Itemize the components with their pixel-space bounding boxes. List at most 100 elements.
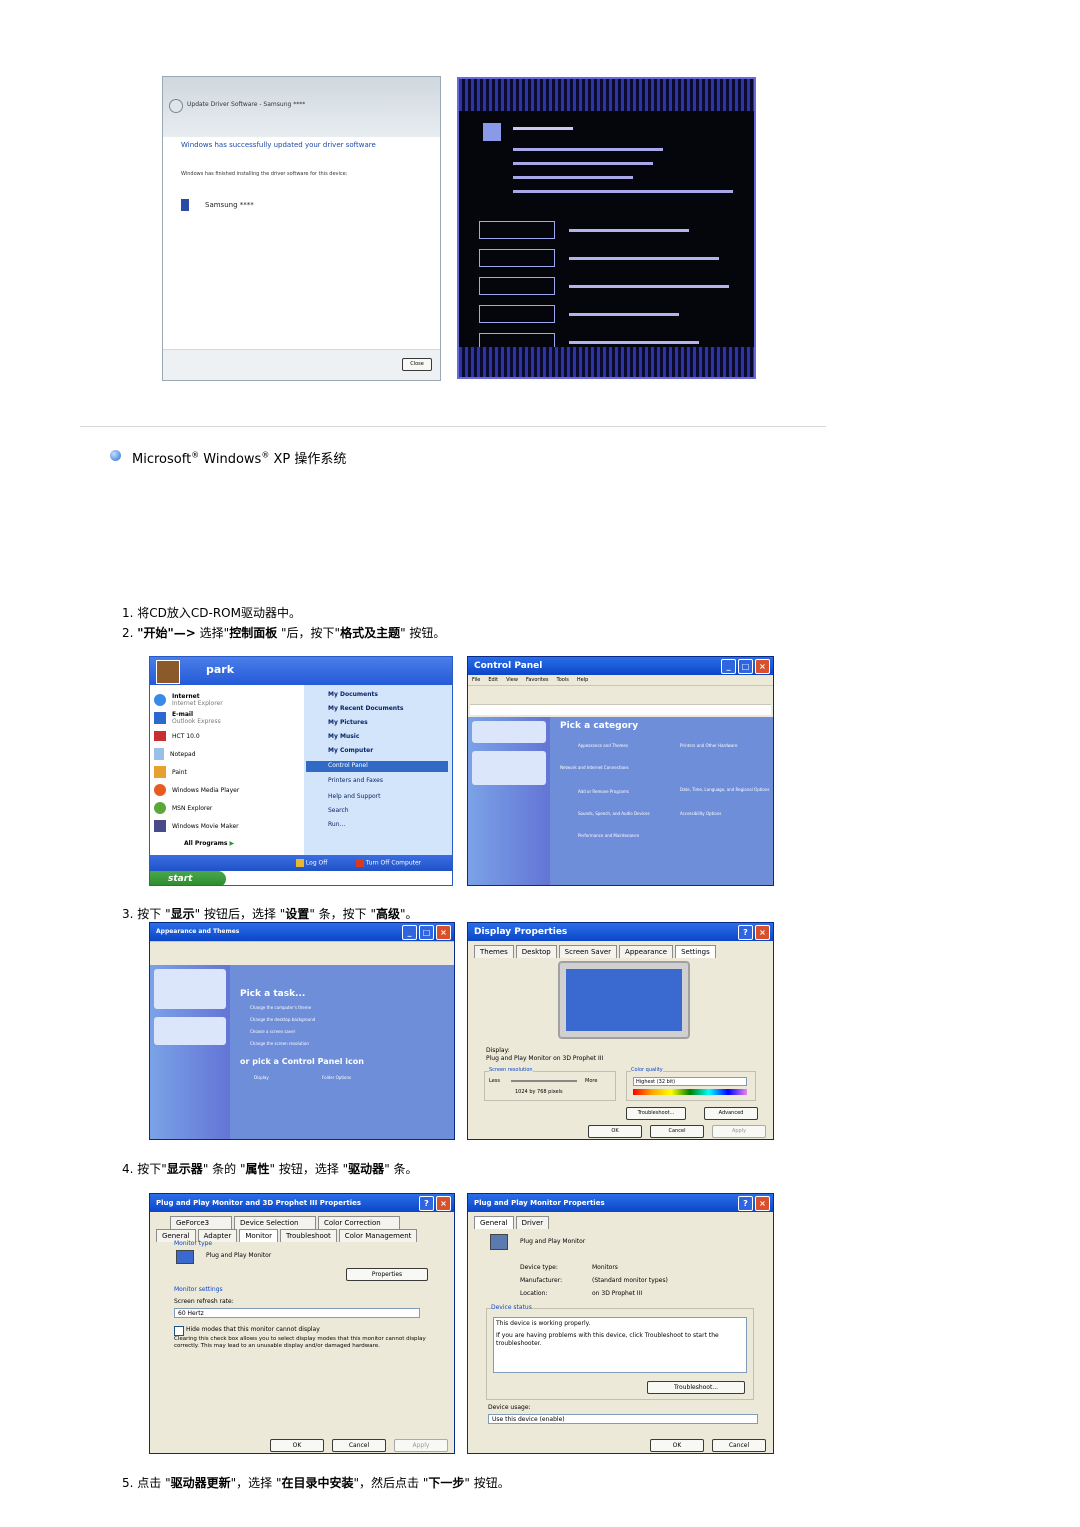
category-add-remove[interactable]: Add or Remove Programs	[578, 789, 629, 794]
close-button[interactable]: Close	[402, 358, 432, 371]
refresh-rate-select[interactable]: 60 Hertz	[174, 1308, 420, 1318]
monitor-icon	[181, 199, 189, 211]
start-item-hct[interactable]: HCT 10.0	[154, 727, 302, 745]
hide-modes-checkbox[interactable]	[174, 1326, 184, 1336]
cancel-button[interactable]: Cancel	[650, 1125, 704, 1138]
help-icon[interactable]: ?	[419, 1196, 434, 1211]
tab-settings[interactable]: Settings	[675, 945, 716, 958]
icon-display[interactable]: Display	[254, 1075, 269, 1080]
category-printers[interactable]: Printers and Other Hardware	[680, 743, 737, 748]
start-item-control-panel[interactable]: Control Panel	[306, 761, 448, 772]
ok-button[interactable]: OK	[588, 1125, 642, 1138]
notepad-icon	[154, 748, 164, 760]
apply-button[interactable]: Apply	[712, 1125, 766, 1138]
resolution-slider[interactable]	[511, 1080, 577, 1082]
start-item-my-documents[interactable]: My Documents	[304, 685, 452, 700]
category-performance[interactable]: Performance and Maintenance	[578, 833, 639, 838]
logoff-button[interactable]: Log Off	[296, 859, 327, 867]
close-icon[interactable]: ×	[436, 1196, 451, 1211]
tab-screen-saver[interactable]: Screen Saver	[558, 945, 618, 958]
start-item-my-music[interactable]: My Music	[304, 728, 452, 742]
tab-desktop[interactable]: Desktop	[515, 945, 557, 958]
control-panel-titlebar: Control Panel _ □ ×	[468, 657, 773, 675]
cancel-button[interactable]: Cancel	[712, 1439, 766, 1452]
start-item-internet[interactable]: Internet Internet Explorer	[154, 691, 302, 709]
start-item-media-player[interactable]: Windows Media Player	[154, 781, 302, 799]
menu-view[interactable]: View	[506, 675, 518, 685]
category-sounds[interactable]: Sounds, Speech, and Audio Devices	[578, 811, 650, 816]
help-icon[interactable]: ?	[738, 925, 753, 940]
tab-general[interactable]: General	[474, 1216, 514, 1229]
task-screensaver[interactable]: Choose a screen saver	[250, 1029, 295, 1034]
tab-geforce[interactable]: GeForce3	[170, 1216, 232, 1229]
troubleshoot-button[interactable]: Troubleshoot...	[626, 1107, 686, 1120]
color-quality-select[interactable]: Highest (32 bit)	[633, 1077, 747, 1086]
monitor-settings-label: Monitor settings	[174, 1286, 223, 1293]
task-resolution[interactable]: Change the screen resolution	[250, 1041, 309, 1046]
task-theme[interactable]: Change the computer's theme	[250, 1005, 311, 1010]
pnp-monitor-properties-window: Plug and Play Monitor Properties ? × Gene…	[467, 1193, 774, 1454]
start-item-email[interactable]: E-mail Outlook Express	[154, 709, 302, 727]
close-icon[interactable]: ×	[436, 925, 451, 940]
menu-edit[interactable]: Edit	[488, 675, 498, 685]
tab-troubleshoot[interactable]: Troubleshoot	[279, 1229, 337, 1242]
start-item-notepad[interactable]: Notepad	[154, 745, 302, 763]
task-background[interactable]: Change the desktop background	[250, 1017, 315, 1022]
start-item-msn[interactable]: MSN Explorer	[154, 799, 302, 817]
menu-file[interactable]: File	[472, 675, 480, 685]
start-item-my-pictures[interactable]: My Pictures	[304, 714, 452, 728]
start-item-run[interactable]: Run...	[304, 816, 452, 830]
vista-dialog-title: Update Driver Software - Samsung ****	[187, 101, 306, 108]
close-icon[interactable]: ×	[755, 925, 770, 940]
close-icon[interactable]: ×	[755, 1196, 770, 1211]
category-network[interactable]: Network and Internet Connections	[560, 765, 629, 770]
advanced-button[interactable]: Advanced	[704, 1107, 758, 1120]
close-icon[interactable]: ×	[755, 659, 770, 674]
category-accessibility[interactable]: Accessibility Options	[680, 811, 721, 816]
step-1: 1. 将CD放入CD-ROM驱动器中。	[122, 606, 301, 620]
start-item-my-computer[interactable]: My Computer	[304, 742, 452, 756]
maximize-icon[interactable]: □	[419, 925, 434, 940]
monitor-adapter-titlebar: Plug and Play Monitor and 3D Prophet III…	[150, 1194, 454, 1212]
tab-device-selection[interactable]: Device Selection	[234, 1216, 316, 1229]
minimize-icon[interactable]: _	[402, 925, 417, 940]
troubleshoot-button[interactable]: Troubleshoot...	[647, 1381, 745, 1394]
tab-driver[interactable]: Driver	[515, 1216, 550, 1229]
start-button[interactable]: start	[150, 871, 226, 885]
tab-color-management[interactable]: Color Management	[338, 1229, 418, 1242]
maximize-icon[interactable]: □	[738, 659, 753, 674]
start-item-recent-documents[interactable]: My Recent Documents	[304, 700, 452, 714]
ok-button[interactable]: OK	[270, 1439, 324, 1452]
ok-button[interactable]: OK	[650, 1439, 704, 1452]
all-programs[interactable]: All Programs ▶	[154, 837, 302, 851]
start-item-movie-maker[interactable]: Windows Movie Maker	[154, 817, 302, 835]
start-item-printers[interactable]: Printers and Faxes	[304, 772, 452, 786]
movie-maker-icon	[154, 820, 166, 832]
device-usage-select[interactable]: Use this device (enable)	[488, 1414, 758, 1424]
location-label: Location:	[520, 1290, 548, 1297]
apply-button[interactable]: Apply	[394, 1439, 448, 1452]
icon-folder-options[interactable]: Folder Options	[322, 1075, 351, 1080]
back-arrow-icon[interactable]	[169, 99, 183, 113]
tab-monitor[interactable]: Monitor	[239, 1229, 278, 1242]
start-item-help[interactable]: Help and Support	[304, 786, 452, 802]
start-item-paint[interactable]: Paint	[154, 763, 302, 781]
help-icon[interactable]: ?	[738, 1196, 753, 1211]
tab-appearance[interactable]: Appearance	[619, 945, 674, 958]
cp-menubar: File Edit View Favorites Tools Help	[468, 675, 773, 685]
category-appearance[interactable]: Appearance and Themes	[578, 743, 628, 748]
menu-help[interactable]: Help	[577, 675, 588, 685]
cancel-button[interactable]: Cancel	[332, 1439, 386, 1452]
properties-button[interactable]: Properties	[346, 1268, 428, 1281]
vista-device-name: Samsung ****	[205, 201, 254, 209]
start-item-search[interactable]: Search	[304, 802, 452, 816]
category-date-time[interactable]: Date, Time, Language, and Regional Optio…	[680, 787, 769, 792]
menu-tools[interactable]: Tools	[557, 675, 569, 685]
minimize-icon[interactable]: _	[721, 659, 736, 674]
menu-favorites[interactable]: Favorites	[526, 675, 549, 685]
tab-themes[interactable]: Themes	[474, 945, 514, 958]
start-menu-footer: Log Off Turn Off Computer	[150, 855, 452, 871]
hide-modes-label: Hide modes that this monitor cannot disp…	[186, 1326, 320, 1333]
turnoff-button[interactable]: Turn Off Computer	[356, 859, 421, 867]
tab-color-correction[interactable]: Color Correction	[318, 1216, 400, 1229]
